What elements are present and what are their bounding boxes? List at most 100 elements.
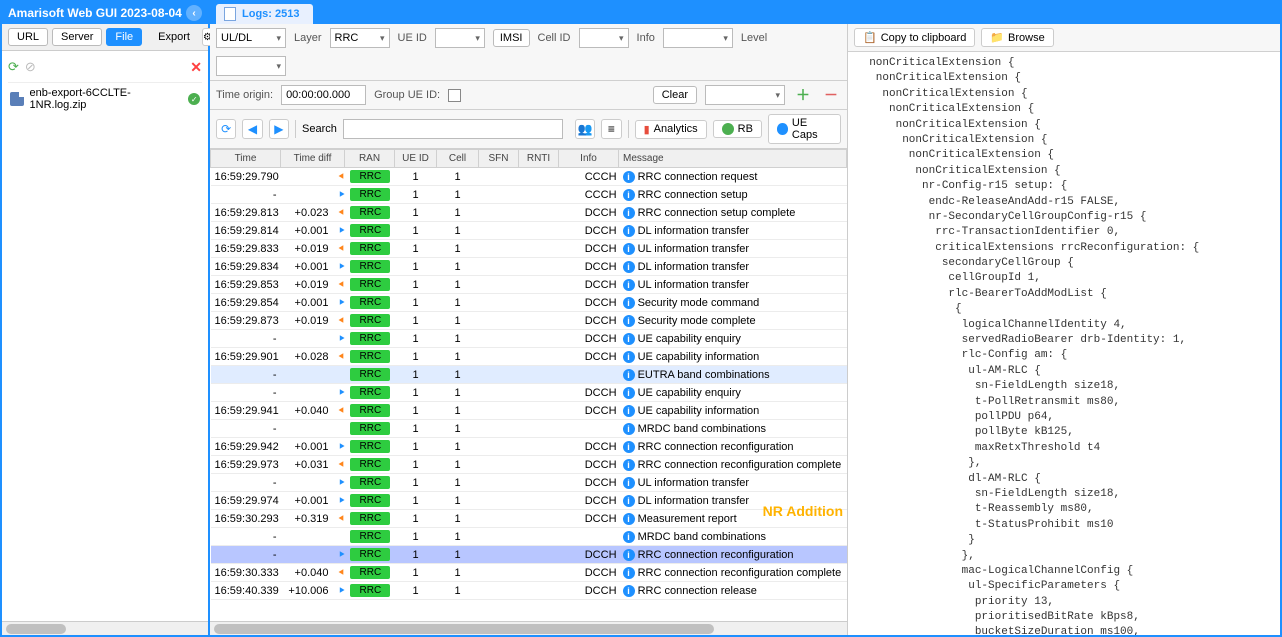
message-text: RRC connection reconfiguration xyxy=(638,549,794,561)
level-select[interactable] xyxy=(216,56,286,76)
sidebar-scrollbar[interactable] xyxy=(2,621,208,635)
table-row[interactable]: 16:59:29.901+0.028⯇RRC11DCCHi UE capabil… xyxy=(211,348,847,366)
time-toolbar: Time origin: Group UE ID: Clear ＋ － xyxy=(210,81,847,110)
table-row[interactable]: -RRC11i EUTRA band combinations xyxy=(211,366,847,384)
table-row[interactable]: -RRC11i MRDC band combinations xyxy=(211,420,847,438)
table-row[interactable]: 16:59:29.853+0.019⯇RRC11DCCHi UL informa… xyxy=(211,276,847,294)
table-row[interactable]: 16:59:29.813+0.023⯇RRC11DCCHi RRC connec… xyxy=(211,204,847,222)
cellid-select[interactable] xyxy=(579,28,629,48)
col-cell[interactable]: Cell xyxy=(437,150,479,168)
info-icon: i xyxy=(623,513,635,525)
table-row[interactable]: -RRC11i MRDC band combinations xyxy=(211,528,847,546)
imsi-button[interactable]: IMSI xyxy=(493,29,530,47)
table-row[interactable]: 16:59:29.854+0.001⯈RRC11DCCHi Security m… xyxy=(211,294,847,312)
table-row[interactable]: -⯈RRC11DCCHi UL information transfer xyxy=(211,474,847,492)
search-input[interactable] xyxy=(343,119,563,139)
table-row[interactable]: -⯈RRC11DCCHi UE capability enquiry xyxy=(211,384,847,402)
log-scrollbar[interactable] xyxy=(210,621,847,635)
clipboard-icon: 📋 xyxy=(863,31,877,44)
browse-button[interactable]: 📁Browse xyxy=(981,28,1053,47)
ran-badge: RRC xyxy=(350,170,390,183)
col-sfn[interactable]: SFN xyxy=(479,150,519,168)
downlink-arrow-icon: ⯈ xyxy=(337,298,345,309)
close-icon[interactable]: ✕ xyxy=(190,59,202,76)
info-select[interactable] xyxy=(663,28,733,48)
server-tab-button[interactable]: Server xyxy=(52,28,102,46)
uplink-arrow-icon: ⯇ xyxy=(337,352,345,363)
table-row[interactable]: 16:59:29.973+0.031⯇RRC11DCCHi RRC connec… xyxy=(211,456,847,474)
table-row[interactable]: 16:59:29.941+0.040⯇RRC11DCCHi UE capabil… xyxy=(211,402,847,420)
message-text: UE capability information xyxy=(638,351,760,363)
copy-button[interactable]: 📋Copy to clipboard xyxy=(854,28,975,47)
table-row[interactable]: 16:59:29.873+0.019⯇RRC11DCCHi Security m… xyxy=(211,312,847,330)
collapse-sidebar-button[interactable]: ‹ xyxy=(186,5,202,21)
people-icon[interactable]: 👥 xyxy=(575,119,595,139)
col-rnti[interactable]: RNTI xyxy=(519,150,559,168)
detail-toolbar: 📋Copy to clipboard 📁Browse xyxy=(848,24,1280,52)
layer-select[interactable]: RRC xyxy=(330,28,390,48)
table-row[interactable]: 16:59:29.833+0.019⯇RRC11DCCHi UL informa… xyxy=(211,240,847,258)
analytics-button[interactable]: ▮Analytics xyxy=(635,120,707,139)
uecaps-button[interactable]: UE Caps xyxy=(768,114,841,144)
table-row[interactable]: 16:59:29.814+0.001⯈RRC11DCCHi DL informa… xyxy=(211,222,847,240)
message-text: UL information transfer xyxy=(638,243,749,255)
table-row[interactable]: -⯈RRC11DCCHi RRC connection reconfigurat… xyxy=(211,546,847,564)
time-origin-input[interactable] xyxy=(281,85,366,105)
message-text: RRC connection reconfiguration complete xyxy=(638,459,842,471)
detail-body[interactable]: nonCriticalExtension { nonCriticalExtens… xyxy=(848,52,1280,635)
detail-pane: 📋Copy to clipboard 📁Browse nonCriticalEx… xyxy=(848,24,1280,635)
uldl-select[interactable]: UL/DL xyxy=(216,28,286,48)
table-row[interactable]: 16:59:40.339+10.006⯈RRC11DCCHi RRC conne… xyxy=(211,582,847,600)
ueid-select[interactable] xyxy=(435,28,485,48)
remove-icon[interactable]: － xyxy=(821,85,841,105)
table-row[interactable]: -⯈RRC11DCCHi UE capability enquiry xyxy=(211,330,847,348)
message-text: RRC connection setup xyxy=(638,189,748,201)
ran-badge: RRC xyxy=(350,206,390,219)
table-row[interactable]: 16:59:29.974+0.001⯈RRC11DCCHi DL informa… xyxy=(211,492,847,510)
message-text: RRC connection reconfiguration complete xyxy=(638,567,842,579)
col-time[interactable]: Time xyxy=(211,150,281,168)
url-tab-button[interactable]: URL xyxy=(8,28,48,46)
info-icon: i xyxy=(623,351,635,363)
rb-button[interactable]: RB xyxy=(713,120,762,138)
stop-icon[interactable]: ⊘ xyxy=(25,59,36,76)
refresh-logs-icon[interactable]: ⟳ xyxy=(216,119,236,139)
tab-bar: Logs: 2513 xyxy=(210,2,1280,24)
next-icon[interactable]: ▶ xyxy=(269,119,289,139)
prev-icon[interactable]: ◀ xyxy=(242,119,262,139)
group-ueid-checkbox[interactable] xyxy=(448,89,461,102)
col-ran[interactable]: RAN xyxy=(345,150,395,168)
col-msg[interactable]: Message xyxy=(619,150,847,168)
cellid-label: Cell ID xyxy=(538,32,571,44)
ran-badge: RRC xyxy=(350,188,390,201)
ran-badge: RRC xyxy=(350,476,390,489)
preset-select[interactable] xyxy=(705,85,785,105)
clear-button[interactable]: Clear xyxy=(653,86,697,104)
ran-badge: RRC xyxy=(350,584,390,597)
table-row[interactable]: -⯈RRC11CCCHi RRC connection setup xyxy=(211,186,847,204)
col-info[interactable]: Info xyxy=(559,150,619,168)
downlink-arrow-icon: ⯈ xyxy=(337,586,345,597)
export-button[interactable]: Export xyxy=(150,29,198,45)
refresh-icon[interactable]: ⟳ xyxy=(8,59,19,76)
ran-badge: RRC xyxy=(350,296,390,309)
table-row[interactable]: 16:59:29.942+0.001⯈RRC11DCCHi RRC connec… xyxy=(211,438,847,456)
info-icon: i xyxy=(623,585,635,597)
table-row[interactable]: 16:59:29.790⯇RRC11CCCHi RRC connection r… xyxy=(211,168,847,186)
tab-logs[interactable]: Logs: 2513 xyxy=(216,4,313,24)
message-text: RRC connection release xyxy=(638,585,757,597)
file-tab-button[interactable]: File xyxy=(106,28,142,46)
log-file-item[interactable]: enb-export-6CCLTE-1NR.log.zip ✓ xyxy=(8,83,202,115)
uplink-arrow-icon: ⯇ xyxy=(337,208,345,219)
info-icon: i xyxy=(623,279,635,291)
table-row[interactable]: 16:59:30.333+0.040⯇RRC11DCCHi RRC connec… xyxy=(211,564,847,582)
table-row[interactable]: 16:59:30.293+0.319⯇RRC11DCCHi Measuremen… xyxy=(211,510,847,528)
info-icon: i xyxy=(623,369,635,381)
col-ueid[interactable]: UE ID xyxy=(395,150,437,168)
col-tdiff[interactable]: Time diff xyxy=(281,150,345,168)
downlink-arrow-icon: ⯈ xyxy=(337,478,345,489)
list-icon[interactable]: ≡ xyxy=(601,119,621,139)
table-row[interactable]: 16:59:29.834+0.001⯈RRC11DCCHi DL informa… xyxy=(211,258,847,276)
ran-badge: RRC xyxy=(350,350,390,363)
add-icon[interactable]: ＋ xyxy=(793,85,813,105)
